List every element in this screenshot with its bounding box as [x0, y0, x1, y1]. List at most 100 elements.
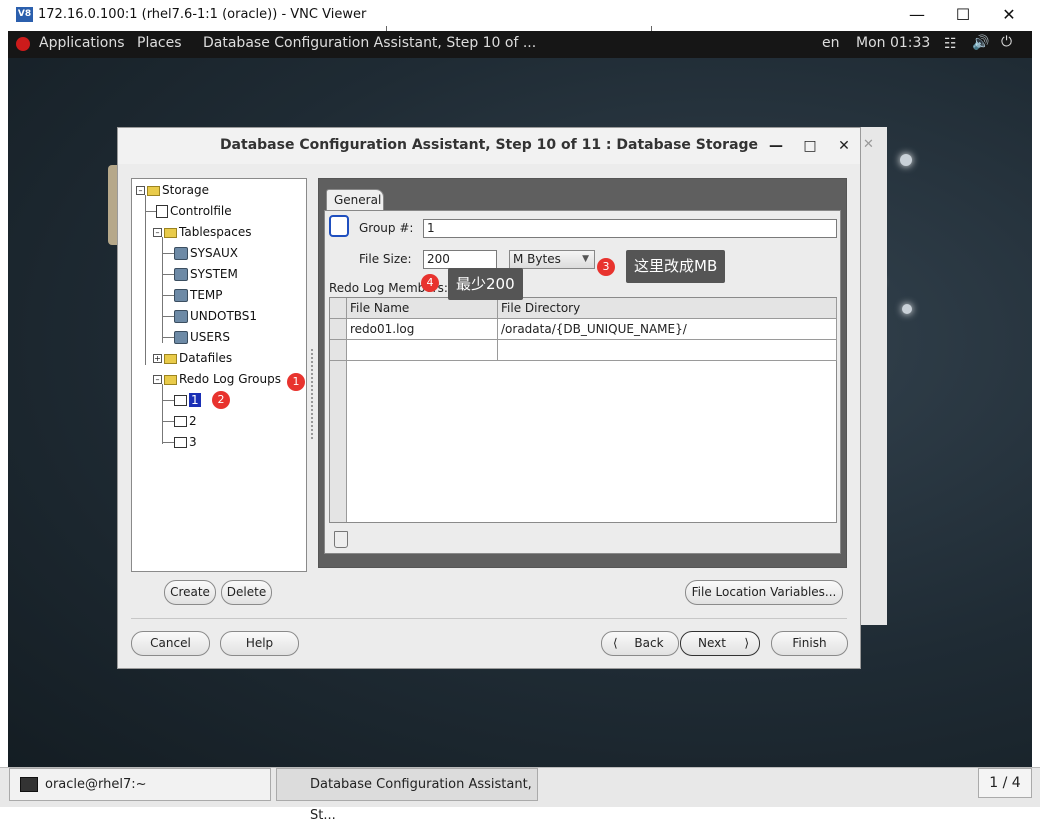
dialog-title: Database Configuration Assistant, Step 1…	[219, 137, 759, 153]
maximize-icon[interactable]: ☐	[948, 3, 978, 27]
collapse-icon[interactable]: –	[153, 228, 162, 237]
active-window-menu[interactable]: Database Configuration Assistant, Step 1…	[203, 35, 536, 51]
decorative-dot	[900, 154, 912, 166]
tablespace-icon	[174, 310, 188, 323]
chevron-left-icon: ⟨	[613, 636, 618, 650]
column-header-file-directory[interactable]: File Directory	[498, 298, 837, 319]
collapse-icon[interactable]: –	[153, 375, 162, 384]
dialog-maximize-icon[interactable]: □	[800, 136, 820, 156]
volume-icon[interactable]: 🔊	[972, 35, 989, 51]
next-button[interactable]: Next ⟩	[680, 631, 760, 656]
tree-node-tablespace[interactable]: USERS	[162, 327, 230, 347]
taskbar: oracle@rhel7:~ Database Configuration As…	[0, 767, 1040, 823]
tablespace-icon	[174, 289, 188, 302]
tree-node-tablespaces[interactable]: – Tablespaces	[153, 222, 252, 242]
tree-node-tablespace[interactable]: SYSTEM	[162, 264, 238, 284]
file-size-unit-select[interactable]: M Bytes ▼	[509, 250, 595, 269]
table-cell-file-directory[interactable]: /oradata/{DB_UNIQUE_NAME}/	[498, 319, 837, 340]
network-icon[interactable]: ☷	[944, 36, 957, 52]
column-header-file-name[interactable]: File Name	[347, 298, 498, 319]
collapse-icon[interactable]: –	[136, 186, 145, 195]
taskbar-item-terminal[interactable]: oracle@rhel7:~	[9, 768, 271, 801]
tree-node-redo-group-3[interactable]: 3	[162, 432, 197, 452]
annotation-callout-3: 这里改成MB	[626, 250, 726, 283]
tab-area: General Group #: 1 File Size: 200 M Byte…	[318, 178, 847, 568]
file-size-field[interactable]: 200	[423, 250, 497, 269]
vnc-logo-icon: V8	[16, 7, 33, 22]
tablespace-icon	[174, 268, 188, 281]
general-tab-content: Group #: 1 File Size: 200 M Bytes ▼ Redo…	[324, 210, 841, 554]
dialog-close-icon[interactable]: ✕	[834, 136, 854, 156]
separator	[131, 618, 847, 619]
redhat-icon[interactable]	[16, 37, 30, 51]
tree-node-datafiles[interactable]: + Datafiles	[153, 348, 232, 368]
tree-node-redo-group-2[interactable]: 2	[162, 411, 197, 431]
vnc-titlebar: V8 172.16.0.100:1 (rhel7.6-1:1 (oracle))…	[0, 0, 1040, 34]
tablespace-icon	[174, 247, 188, 260]
minimize-icon[interactable]: —	[902, 3, 932, 27]
taskbar-item-dbca[interactable]: Database Configuration Assistant, St...	[276, 768, 538, 823]
expand-icon[interactable]: +	[153, 354, 162, 363]
background-window: ✕	[860, 127, 887, 625]
tree-node-storage[interactable]: – Storage	[136, 180, 209, 200]
redo-log-icon	[174, 416, 187, 427]
create-button[interactable]: Create	[164, 580, 216, 605]
dialog-header: Database Configuration Assistant, Step 1…	[118, 128, 860, 164]
row-header[interactable]	[330, 340, 347, 361]
dialog-body: – Storage Controlfile – Tablespaces SYSAUX…	[118, 164, 860, 668]
vnc-left-border	[0, 31, 8, 767]
storage-tree: – Storage Controlfile – Tablespaces SYSAUX…	[131, 178, 307, 572]
dbca-dialog: Database Configuration Assistant, Step 1…	[117, 127, 861, 669]
group-number-field[interactable]: 1	[423, 219, 837, 238]
row-header-empty	[330, 361, 347, 522]
file-location-variables-button[interactable]: File Location Variables...	[685, 580, 843, 605]
places-menu[interactable]: Places	[137, 35, 182, 51]
chevron-down-icon: ▼	[582, 254, 589, 264]
table-cell-file-name[interactable]	[347, 340, 498, 361]
table-corner	[330, 298, 347, 319]
workspace-pager[interactable]: 1 / 4	[978, 768, 1032, 798]
trash-icon[interactable]	[334, 531, 348, 548]
vnc-right-border	[1032, 31, 1040, 767]
redo-members-table: File Name File Directory redo01.log /ora…	[329, 297, 837, 523]
redo-log-icon	[174, 437, 187, 448]
redo-log-icon	[174, 395, 187, 406]
annotation-badge-1: 1	[287, 373, 305, 391]
cancel-button[interactable]: Cancel	[131, 631, 210, 656]
table-cell-file-directory[interactable]	[498, 340, 837, 361]
tab-general[interactable]: General	[326, 189, 384, 211]
background-close-icon: ✕	[863, 137, 874, 152]
language-indicator[interactable]: en	[822, 35, 840, 51]
applications-menu[interactable]: Applications	[39, 35, 125, 51]
group-number-label: Group #:	[359, 221, 414, 235]
panel-splitter[interactable]	[311, 349, 313, 439]
vnc-window-title: 172.16.0.100:1 (rhel7.6-1:1 (oracle)) - …	[38, 7, 367, 22]
tree-node-controlfile[interactable]: Controlfile	[146, 201, 232, 221]
tablespace-icon	[174, 331, 188, 344]
terminal-icon	[20, 777, 38, 792]
clock[interactable]: Mon 01:33	[856, 35, 930, 51]
power-icon[interactable]: ⏻	[1001, 34, 1012, 50]
folder-icon	[164, 227, 177, 238]
folder-icon	[147, 185, 160, 196]
row-header[interactable]	[330, 319, 347, 340]
annotation-callout-4: 最少200	[448, 268, 523, 300]
help-button[interactable]: Help	[220, 631, 299, 656]
close-icon[interactable]: ✕	[994, 3, 1024, 27]
finish-button[interactable]: Finish	[771, 631, 848, 656]
tree-node-tablespace[interactable]: TEMP	[162, 285, 223, 305]
table-cell-file-name[interactable]: redo01.log	[347, 319, 498, 340]
annotation-badge-2: 2	[212, 391, 230, 409]
dialog-minimize-icon[interactable]: —	[766, 136, 786, 156]
annotation-badge-4: 4	[421, 274, 439, 292]
delete-button[interactable]: Delete	[221, 580, 272, 605]
tree-node-tablespace[interactable]: SYSAUX	[162, 243, 238, 263]
folder-icon	[164, 374, 177, 385]
gnome-top-bar: Applications Places Database Configurati…	[8, 31, 1032, 58]
tree-node-tablespace[interactable]: UNDOTBS1	[162, 306, 257, 326]
back-button[interactable]: ⟨ Back	[601, 631, 679, 656]
file-size-label: File Size:	[359, 252, 412, 266]
tree-node-redo-log-groups[interactable]: – Redo Log Groups	[153, 369, 281, 389]
controlfile-icon	[156, 205, 168, 218]
tree-node-redo-group-1[interactable]: 1	[162, 390, 201, 410]
